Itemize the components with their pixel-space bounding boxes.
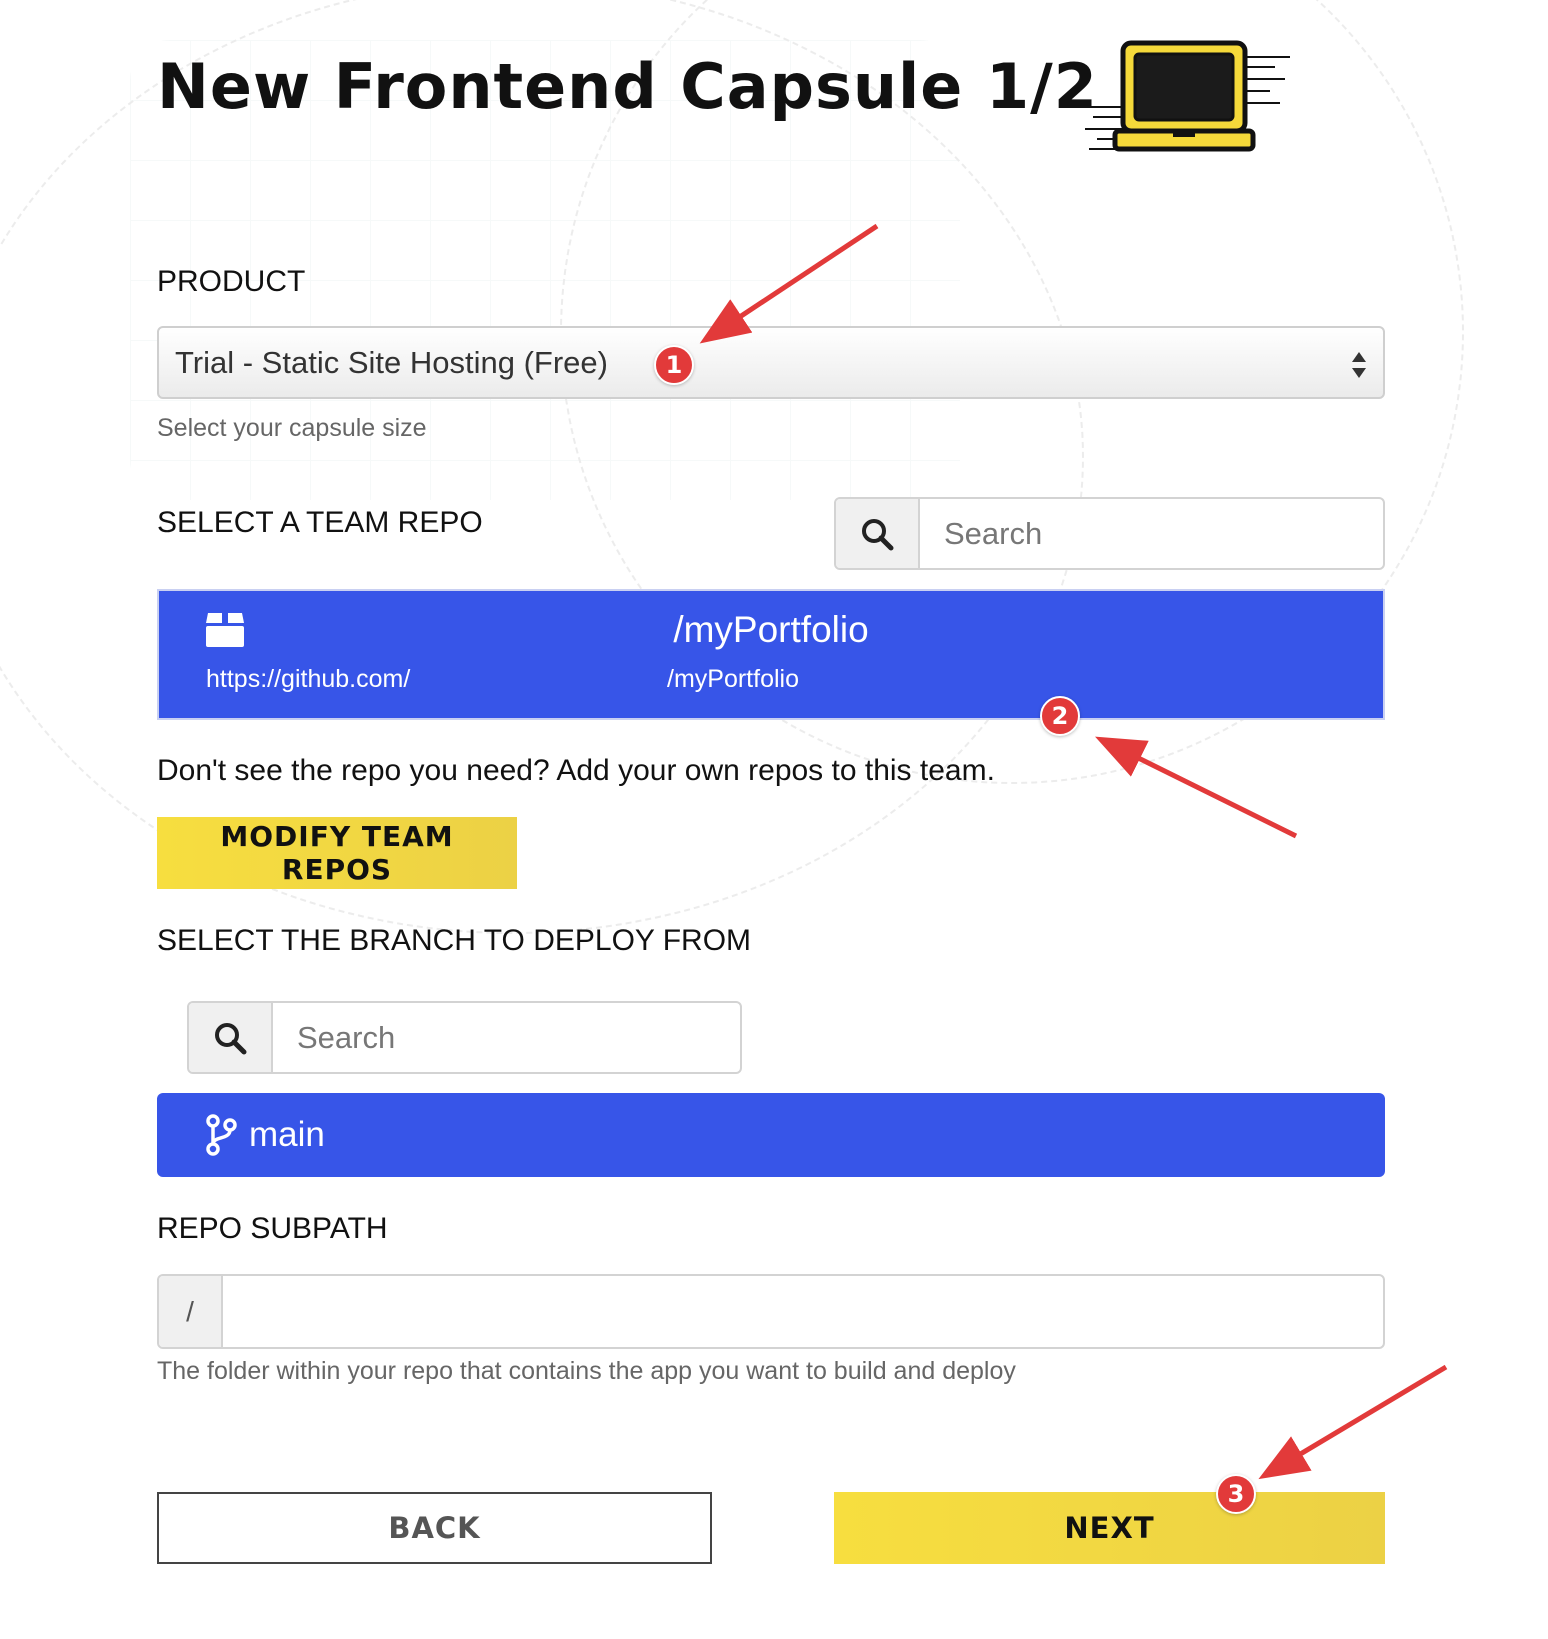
search-icon [215,1022,247,1054]
select-arrows-icon [1352,352,1366,378]
subpath-label: REPO SUBPATH [157,1212,388,1245]
laptop-icon [1085,40,1290,152]
annotation-arrow-2 [1095,736,1298,839]
annotation-marker-1: 1 [654,345,694,385]
annotation-marker-2: 2 [1040,696,1080,736]
annotation-arrow-3 [1258,1364,1448,1480]
product-help-text: Select your capsule size [157,414,427,442]
branch-name: main [249,1115,325,1154]
subpath-prefix: / [159,1276,223,1347]
repo-card-myportfolio[interactable]: /myPortfolio https://github.com/ /myPort… [157,589,1385,720]
subpath-group: / [157,1274,1385,1349]
page-title: New Frontend Capsule 1/2 [157,50,1098,123]
branch-search-group [187,1001,742,1074]
search-icon [862,518,894,550]
repo-search-input[interactable] [920,499,1383,568]
product-select-value: Trial - Static Site Hosting (Free) [175,344,608,380]
repo-name: /myPortfolio [673,609,869,650]
team-repo-label: SELECT A TEAM REPO [157,506,483,539]
branch-item-main[interactable]: main [157,1093,1385,1177]
subpath-help-text: The folder within your repo that contain… [157,1357,1016,1385]
repo-hint-text: Don't see the repo you need? Add your ow… [157,754,995,787]
branch-label: SELECT THE BRANCH TO DEPLOY FROM [157,924,752,957]
subpath-input[interactable] [223,1276,1383,1347]
branch-search-addon [189,1003,273,1072]
git-branch-icon [206,1114,237,1156]
product-select[interactable]: Trial - Static Site Hosting (Free) [157,326,1385,399]
repo-path: /myPortfolio [667,665,799,693]
repo-search-group [834,497,1385,570]
branch-search-input[interactable] [273,1003,740,1072]
repo-search-addon [836,499,920,568]
repo-url: https://github.com/ [206,665,411,693]
background-circle [0,0,1084,934]
annotation-marker-3: 3 [1216,1474,1256,1514]
back-button[interactable]: BACK [157,1492,712,1564]
product-label: PRODUCT [157,265,306,298]
annotation-arrow-1 [699,223,879,344]
next-button[interactable]: NEXT [834,1492,1385,1564]
modify-team-repos-button[interactable]: MODIFY TEAM REPOS [157,817,517,889]
